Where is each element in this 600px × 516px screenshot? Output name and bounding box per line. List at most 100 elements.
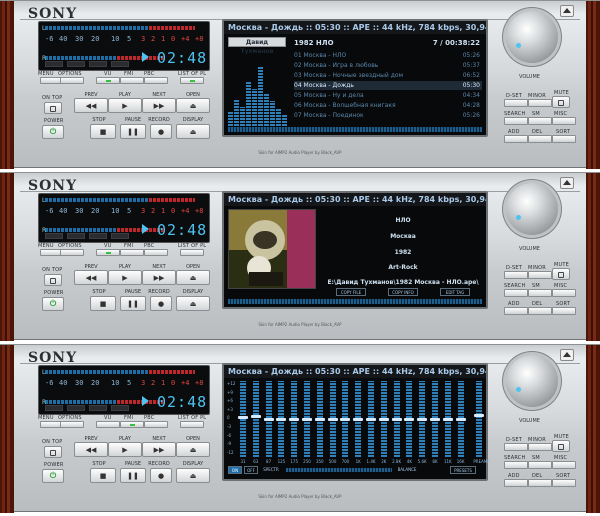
eq-band-slider[interactable]	[238, 381, 248, 457]
eq-band-slider[interactable]	[430, 381, 440, 457]
sort-button[interactable]	[552, 479, 576, 487]
power-button[interactable]: ⏻	[42, 125, 64, 139]
balance-slider[interactable]	[286, 468, 392, 472]
playlist-tab[interactable]: Давид Тухманов	[228, 37, 286, 55]
display-button[interactable]: ⏏	[176, 296, 210, 311]
eq-band-slider[interactable]	[327, 381, 338, 457]
eq-band-slider[interactable]	[442, 381, 453, 457]
options-button[interactable]	[60, 421, 84, 428]
eq-band-handle[interactable]	[263, 417, 274, 421]
on-top-button[interactable]	[44, 446, 62, 458]
eq-band-slider[interactable]	[276, 381, 287, 457]
play-button[interactable]: ▶	[108, 270, 142, 285]
presets-button[interactable]: PRESETS	[450, 466, 476, 474]
minor-button[interactable]	[528, 271, 552, 279]
eq-band-slider[interactable]	[314, 381, 325, 457]
eq-band-handle[interactable]	[250, 415, 261, 419]
eq-band-slider[interactable]	[404, 381, 415, 457]
list-item[interactable]: 02 Москва - Игра в любовь 05:37	[294, 61, 482, 70]
mute-button[interactable]	[552, 96, 570, 108]
eq-band-slider[interactable]	[391, 381, 402, 457]
minor-button[interactable]	[528, 443, 552, 451]
list-item[interactable]: 01 Москва - НЛО 05:26	[294, 51, 482, 60]
stop-button[interactable]: ■	[90, 296, 116, 311]
eq-band-handle[interactable]	[455, 417, 466, 421]
mute-button[interactable]	[552, 268, 570, 280]
misc-button[interactable]	[552, 461, 576, 469]
vu-button[interactable]	[96, 77, 120, 84]
fmi-button[interactable]	[120, 249, 144, 256]
eq-spectr-button[interactable]: SPECTR	[260, 466, 282, 474]
eq-band-slider[interactable]	[263, 381, 274, 457]
lcd-mode-button[interactable]	[89, 405, 107, 411]
record-button[interactable]: ●	[150, 468, 172, 483]
misc-button[interactable]	[552, 117, 576, 125]
pause-button[interactable]: ❚❚	[120, 296, 146, 311]
eq-off-button[interactable]: OFF	[244, 466, 258, 474]
eq-band-handle[interactable]	[289, 417, 300, 421]
fmi-button[interactable]	[120, 421, 144, 428]
fmi-button[interactable]	[120, 77, 144, 84]
open-button[interactable]: ⏏	[176, 442, 210, 457]
dset-button[interactable]	[504, 443, 528, 451]
list-of-pl-button[interactable]	[180, 421, 204, 428]
search-button[interactable]	[504, 117, 528, 125]
del-button[interactable]	[528, 307, 552, 315]
eq-band-slider[interactable]	[378, 381, 389, 457]
eq-band-handle[interactable]	[391, 417, 402, 421]
eq-band-handle[interactable]	[417, 417, 428, 421]
add-button[interactable]	[504, 135, 528, 143]
list-item[interactable]: 06 Москва - Волшебная книгакя 04:28	[294, 101, 482, 110]
open-button[interactable]: ⏏	[176, 270, 210, 285]
lcd-mode-button[interactable]	[45, 61, 63, 67]
add-button[interactable]	[504, 479, 528, 487]
lcd-mode-button[interactable]	[67, 61, 85, 67]
pause-button[interactable]: ❚❚	[120, 468, 146, 483]
sort-button[interactable]	[552, 135, 576, 143]
vu-button[interactable]	[96, 421, 120, 428]
eq-band-handle[interactable]	[238, 416, 248, 420]
power-button[interactable]: ⏻	[42, 297, 64, 311]
display-button[interactable]: ⏏	[176, 124, 210, 139]
eq-band-slider[interactable]	[455, 381, 466, 457]
on-top-button[interactable]	[44, 102, 62, 114]
record-button[interactable]: ●	[150, 296, 172, 311]
vu-button[interactable]	[96, 249, 120, 256]
eq-band-handle[interactable]	[378, 417, 389, 421]
volume-knob[interactable]	[506, 11, 558, 63]
eq-band-handle[interactable]	[353, 417, 364, 421]
eq-band-handle[interactable]	[366, 417, 376, 421]
dset-button[interactable]	[504, 271, 528, 279]
prev-button[interactable]: ◀◀	[74, 98, 108, 113]
list-item[interactable]: 03 Москва - Ночные звездный дом 06:52	[294, 71, 482, 80]
eq-band-handle[interactable]	[404, 417, 415, 421]
options-button[interactable]	[60, 77, 84, 84]
record-button[interactable]: ●	[150, 124, 172, 139]
lcd-mode-button[interactable]	[89, 61, 107, 67]
prev-button[interactable]: ◀◀	[74, 442, 108, 457]
lcd-mode-button[interactable]	[89, 233, 107, 239]
eq-band-handle[interactable]	[276, 417, 287, 421]
list-item-selected[interactable]: 04 Москва - Дождь 05:30	[294, 81, 482, 90]
eject-icon[interactable]	[560, 177, 574, 189]
misc-button[interactable]	[552, 289, 576, 297]
pbc-button[interactable]	[144, 249, 168, 256]
lcd-mode-button[interactable]	[67, 405, 85, 411]
copy-info-button[interactable]: COPY INFO	[388, 288, 418, 296]
eq-band-slider[interactable]	[340, 381, 351, 457]
eq-band-handle[interactable]	[474, 413, 485, 417]
edit-tag-button[interactable]: EDIT TAG	[440, 288, 470, 296]
play-button[interactable]: ▶	[108, 98, 142, 113]
lcd-mode-button[interactable]	[67, 233, 85, 239]
sm-button[interactable]	[528, 117, 552, 125]
lcd-mode-button[interactable]	[45, 233, 63, 239]
stop-button[interactable]: ■	[90, 124, 116, 139]
pbc-button[interactable]	[144, 421, 168, 428]
search-button[interactable]	[504, 461, 528, 469]
list-of-pl-button[interactable]	[180, 249, 204, 256]
pbc-button[interactable]	[144, 77, 168, 84]
sort-button[interactable]	[552, 307, 576, 315]
next-button[interactable]: ▶▶	[142, 98, 176, 113]
volume-knob[interactable]	[506, 355, 558, 407]
eq-band-handle[interactable]	[430, 417, 440, 421]
